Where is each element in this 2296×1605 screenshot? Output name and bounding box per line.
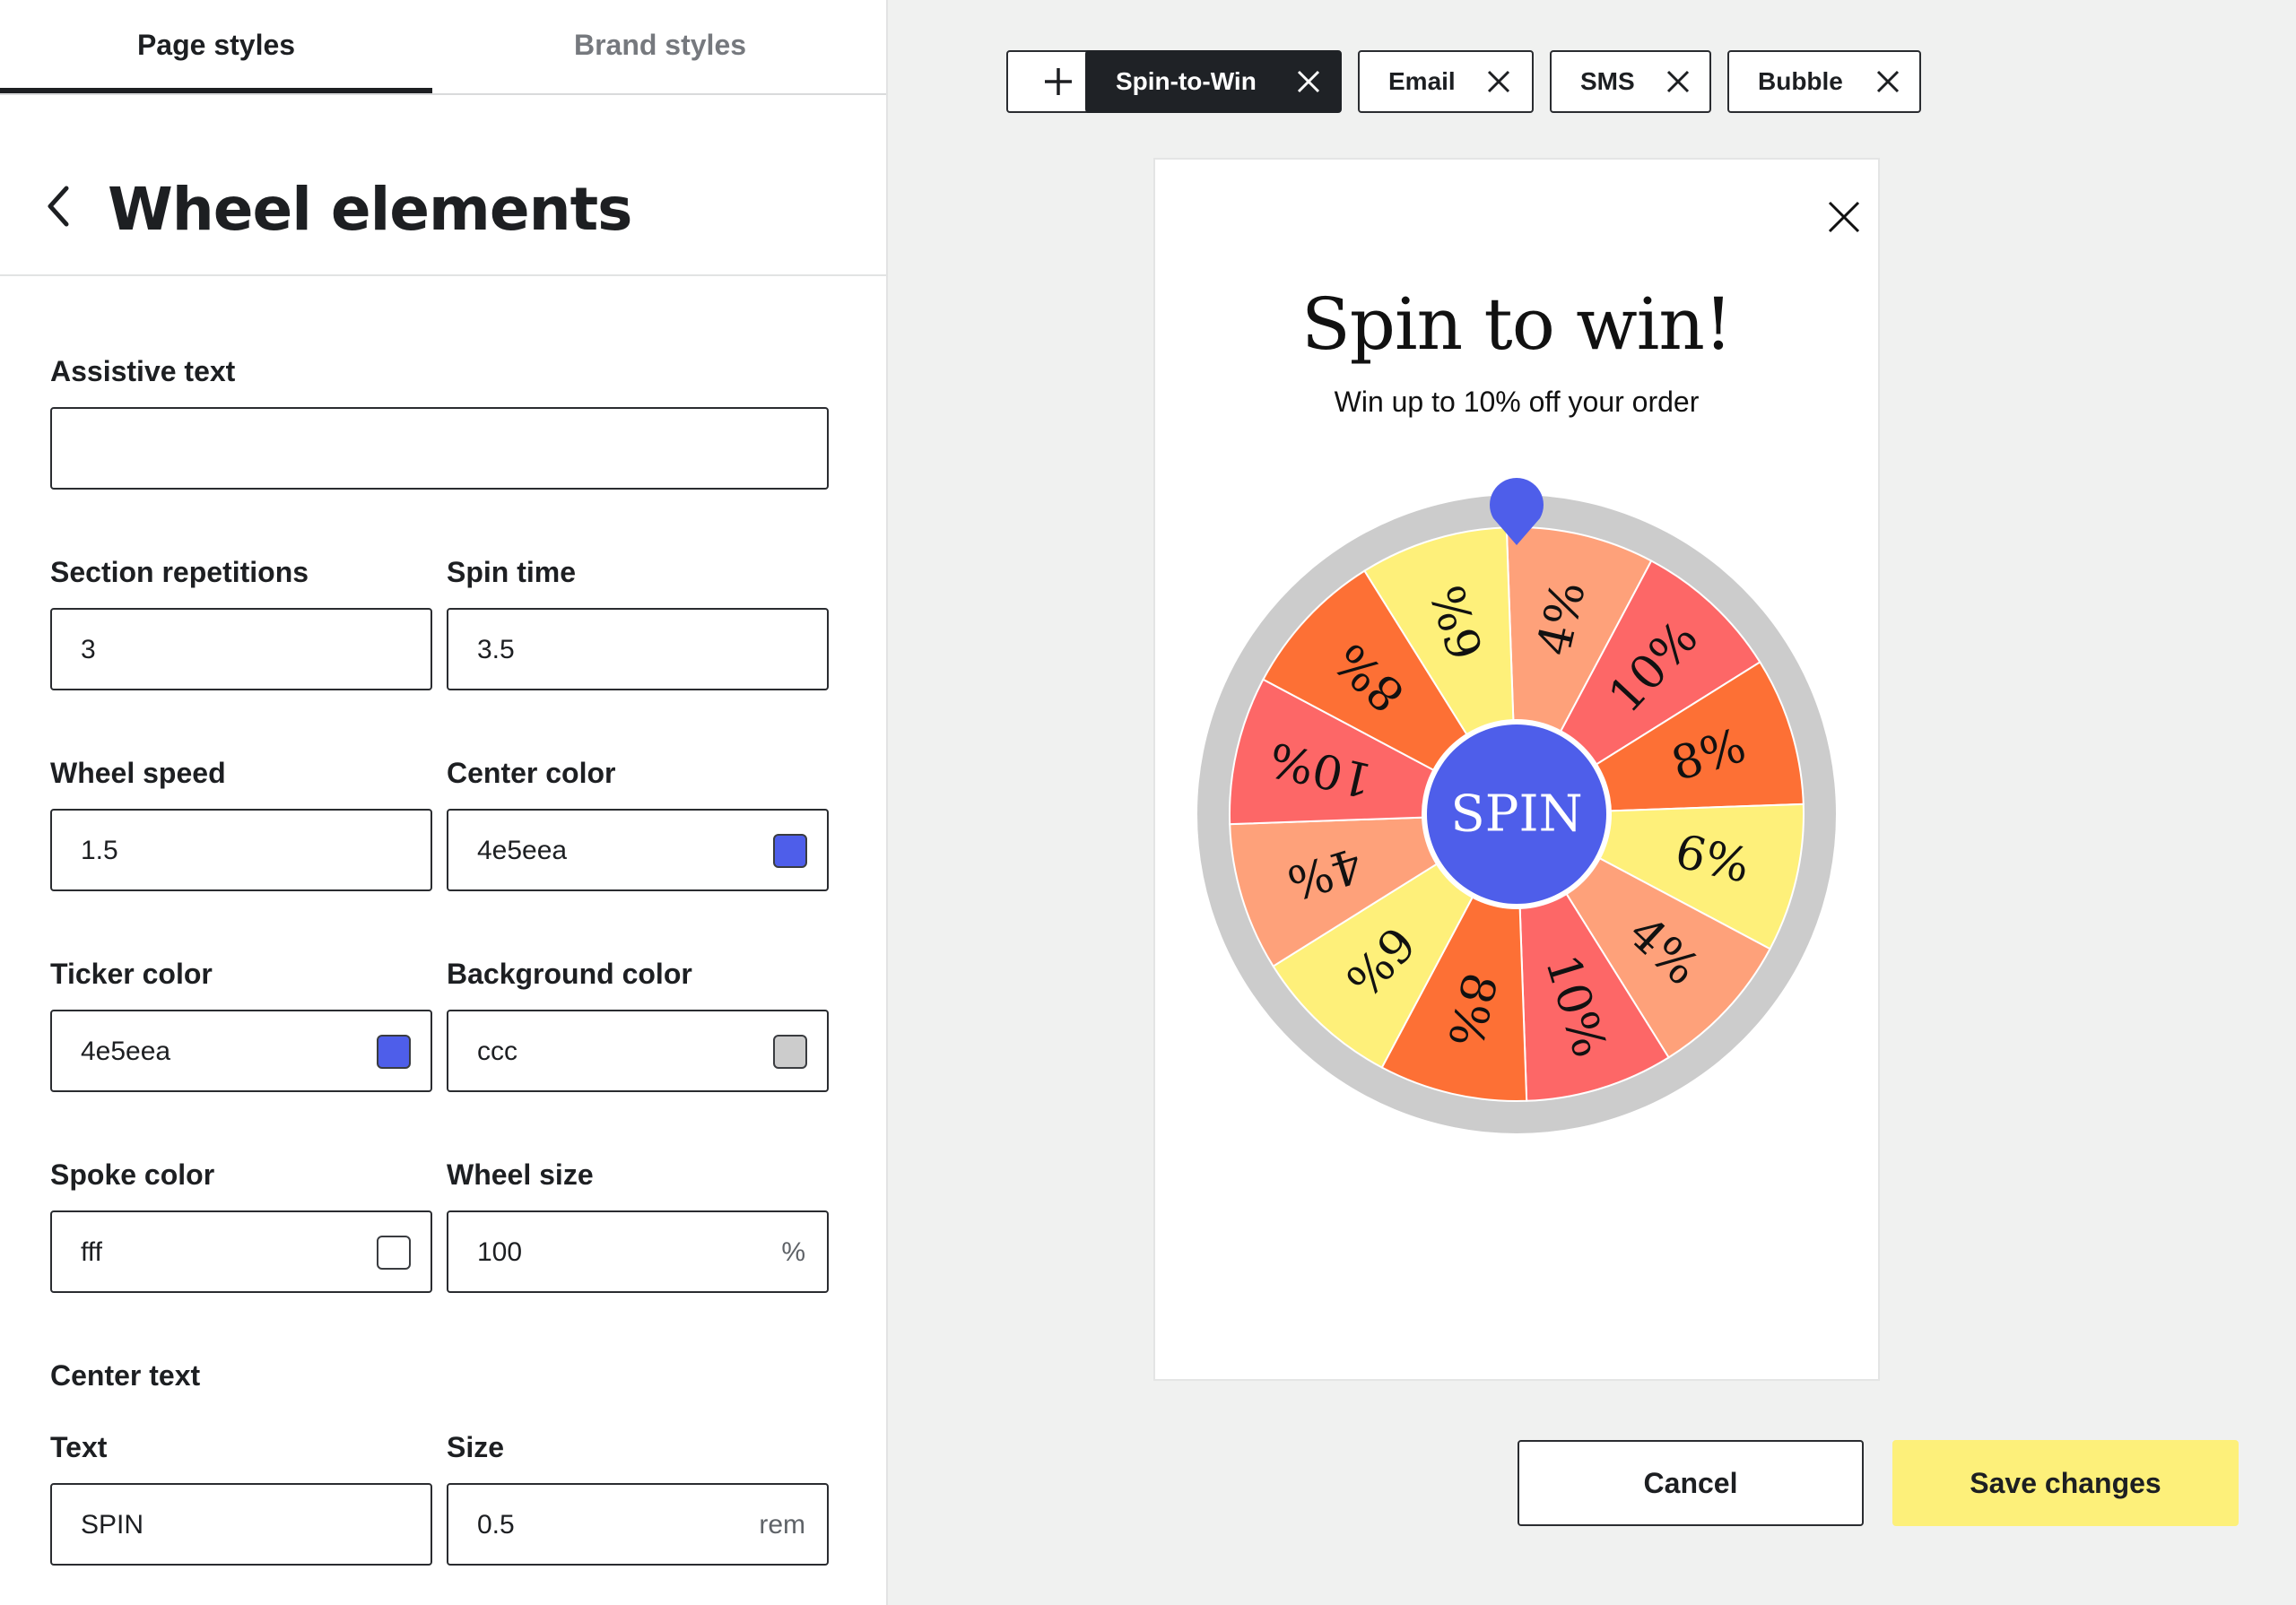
background-color-value: ccc bbox=[477, 1037, 517, 1066]
popup-preview: Spin to win! Win up to 10% off your orde… bbox=[1153, 158, 1880, 1381]
save-changes-button[interactable]: Save changes bbox=[1892, 1440, 2239, 1526]
center-text-size-value: 0.5 bbox=[477, 1510, 515, 1540]
center-text-size-unit: rem bbox=[759, 1510, 805, 1540]
background-color-input[interactable]: ccc bbox=[447, 1010, 829, 1092]
spin-time-label: Spin time bbox=[447, 556, 577, 588]
center-text-value: SPIN bbox=[81, 1510, 144, 1540]
wheel-speed-input[interactable]: 1.5 bbox=[50, 809, 432, 891]
spin-button-label: SPIN bbox=[1450, 785, 1582, 844]
ticker-color-label: Ticker color bbox=[50, 958, 213, 990]
settings-panel: Page styles Brand styles Wheel elements … bbox=[0, 0, 888, 1605]
panel-title: Wheel elements bbox=[108, 175, 632, 244]
wheel-size-value: 100 bbox=[477, 1237, 523, 1267]
wheel-size-input[interactable]: 100 % bbox=[447, 1210, 829, 1293]
wheel-size-label: Wheel size bbox=[447, 1158, 594, 1191]
center-color-label: Center color bbox=[447, 757, 616, 789]
preview-tab-email[interactable]: Email bbox=[1358, 50, 1534, 113]
wheel-speed-value: 1.5 bbox=[81, 836, 118, 865]
cancel-button[interactable]: Cancel bbox=[1518, 1440, 1864, 1526]
assistive-text-input[interactable] bbox=[50, 407, 829, 490]
spoke-color-input[interactable]: fff bbox=[50, 1210, 432, 1293]
preview-tab-label: Spin-to-Win bbox=[1116, 67, 1257, 95]
spoke-color-label: Spoke color bbox=[50, 1158, 215, 1191]
ticker-color-input[interactable]: 4e5eea bbox=[50, 1010, 432, 1092]
spoke-color-value: fff bbox=[81, 1237, 102, 1267]
background-color-swatch[interactable] bbox=[773, 1035, 807, 1069]
ticker-color-value: 4e5eea bbox=[81, 1037, 171, 1066]
wheel-speed-label: Wheel speed bbox=[50, 757, 226, 789]
assistive-text-label: Assistive text bbox=[50, 355, 236, 387]
chevron-left-icon[interactable] bbox=[41, 179, 77, 233]
preview-tab-sms[interactable]: SMS bbox=[1550, 50, 1711, 113]
section-repetitions-label: Section repetitions bbox=[50, 556, 309, 588]
preview-tab-label: Bubble bbox=[1758, 67, 1843, 95]
wheel-size-unit: % bbox=[781, 1237, 805, 1267]
preview-tab-label: SMS bbox=[1580, 67, 1635, 95]
spoke-color-swatch[interactable] bbox=[377, 1236, 411, 1270]
center-text-input[interactable]: SPIN bbox=[50, 1483, 432, 1566]
center-color-swatch[interactable] bbox=[773, 834, 807, 868]
section-repetitions-value: 3 bbox=[81, 635, 96, 664]
center-text-size-input[interactable]: 0.5 rem bbox=[447, 1483, 829, 1566]
preview-tab-label: Email bbox=[1388, 67, 1456, 95]
spin-time-value: 3.5 bbox=[477, 635, 515, 664]
background-color-label: Background color bbox=[447, 958, 692, 990]
ticker-color-swatch[interactable] bbox=[377, 1035, 411, 1069]
panel-header: Wheel elements bbox=[0, 93, 886, 276]
center-color-value: 4e5eea bbox=[477, 836, 568, 865]
tab-brand-styles[interactable]: Brand styles bbox=[445, 0, 875, 90]
preview-tab-bubble[interactable]: Bubble bbox=[1727, 50, 1921, 113]
close-icon[interactable] bbox=[1485, 68, 1512, 95]
spin-time-input[interactable]: 3.5 bbox=[447, 608, 829, 690]
close-icon[interactable] bbox=[1295, 68, 1322, 95]
prize-wheel[interactable]: 4% 10%8%6%4%10%8%6%4%10%8%6%SPIN bbox=[1155, 160, 1878, 1146]
center-text-label: Text bbox=[50, 1431, 108, 1463]
center-text-section-label: Center text bbox=[50, 1359, 201, 1392]
close-icon[interactable] bbox=[1665, 68, 1692, 95]
plus-icon bbox=[1045, 68, 1072, 95]
close-icon[interactable] bbox=[1874, 68, 1901, 95]
section-repetitions-input[interactable]: 3 bbox=[50, 608, 432, 690]
center-color-input[interactable]: 4e5eea bbox=[447, 809, 829, 891]
tab-page-styles[interactable]: Page styles bbox=[0, 0, 432, 90]
center-text-size-label: Size bbox=[447, 1431, 505, 1463]
panel-tabs: Page styles Brand styles bbox=[0, 0, 886, 95]
preview-tab-spin-to-win[interactable]: Spin-to-Win bbox=[1085, 50, 1342, 113]
